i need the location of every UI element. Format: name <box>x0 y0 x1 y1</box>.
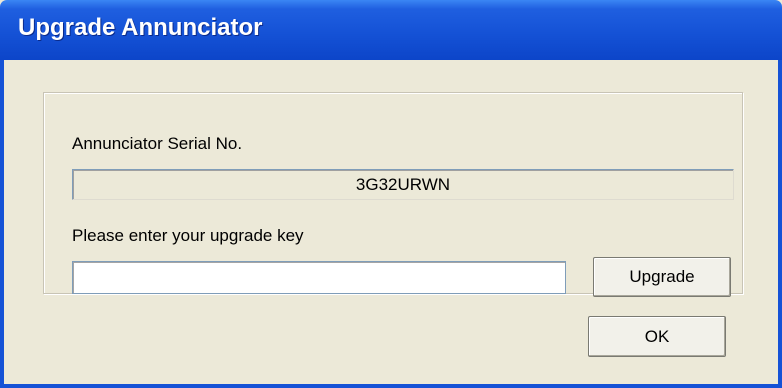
upgrade-button[interactable]: Upgrade <box>593 257 731 297</box>
window-title: Upgrade Annunciator <box>18 14 263 41</box>
upgrade-key-label: Please enter your upgrade key <box>72 226 304 245</box>
ok-button[interactable]: OK <box>588 316 726 357</box>
upgrade-groupbox: Annunciator Serial No. 3G32URWN Please e… <box>43 92 743 297</box>
serial-number-value: 3G32URWN <box>355 174 451 194</box>
serial-number-field: 3G32URWN <box>72 169 734 200</box>
upgrade-key-input[interactable] <box>72 261 566 294</box>
title-bar[interactable]: Upgrade Annunciator <box>0 0 782 60</box>
serial-number-label: Annunciator Serial No. <box>72 134 243 153</box>
dialog-client-area: Annunciator Serial No. 3G32URWN Please e… <box>0 60 782 388</box>
upgrade-annunciator-dialog: Upgrade Annunciator Annunciator Serial N… <box>0 0 782 388</box>
